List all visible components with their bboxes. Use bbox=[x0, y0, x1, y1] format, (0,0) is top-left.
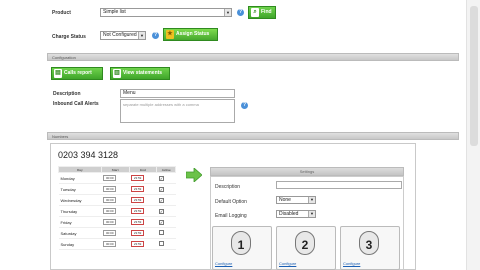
table-row: Sunday 00:00 23:59 bbox=[58, 238, 176, 250]
email-logging-select[interactable]: Disabled ▼ bbox=[276, 210, 316, 218]
day-cell: Tuesday bbox=[58, 183, 102, 195]
default-option-label: Default Option bbox=[215, 199, 247, 205]
settings-panel-header: Settings bbox=[210, 167, 404, 176]
calls-report-button[interactable]: ▤ Calls report bbox=[51, 67, 103, 80]
settings-description-label: Description bbox=[215, 184, 241, 190]
start-time-field[interactable]: 00:00 bbox=[103, 208, 117, 214]
end-time-field[interactable]: 23:59 bbox=[131, 197, 145, 203]
option-number-badge: 2 bbox=[295, 231, 315, 255]
page: Product Simple list ▼ ? ⌕ Find Charge St… bbox=[0, 0, 480, 270]
default-option-select[interactable]: None ▼ bbox=[276, 196, 316, 204]
option-card-1: 1 Configure bbox=[212, 226, 272, 270]
active-checkbox[interactable] bbox=[158, 230, 164, 235]
day-cell: Wednesday bbox=[58, 194, 102, 206]
settings-description-input[interactable] bbox=[276, 181, 402, 189]
table-row: Wednesday 00:00 23:59 ✓ bbox=[58, 194, 176, 206]
day-cell: Friday bbox=[58, 216, 102, 228]
active-checkbox[interactable]: ✓ bbox=[158, 219, 164, 225]
default-option-value: None bbox=[279, 197, 291, 203]
option-number-badge: 3 bbox=[359, 231, 379, 255]
configure-link[interactable]: Configure bbox=[215, 261, 232, 266]
chevron-down-icon: ▼ bbox=[224, 9, 231, 16]
table-row: Thursday 00:00 23:59 ✓ bbox=[58, 205, 176, 217]
configure-link[interactable]: Configure bbox=[279, 261, 296, 266]
help-icon[interactable]: ? bbox=[237, 9, 244, 16]
option-card-2: 2 Configure bbox=[276, 226, 336, 270]
table-row: Tuesday 00:00 23:59 ✓ bbox=[58, 183, 176, 195]
assign-status-label: Assign Status bbox=[176, 31, 210, 37]
chevron-down-icon: ▼ bbox=[308, 211, 315, 217]
inbound-call-alerts-textarea[interactable]: separate multiple addresses with a comma bbox=[120, 99, 235, 123]
configuration-section-header: Configuration bbox=[47, 53, 459, 61]
start-time-field[interactable]: 00:00 bbox=[103, 197, 117, 203]
view-statements-button[interactable]: ▥ View statements bbox=[110, 67, 170, 80]
section-title: Numbers bbox=[52, 134, 69, 139]
view-statements-label: View statements bbox=[123, 70, 163, 76]
start-time-field[interactable]: 00:00 bbox=[103, 241, 117, 247]
start-time-field[interactable]: 00:00 bbox=[103, 230, 117, 236]
calls-report-label: Calls report bbox=[64, 70, 92, 76]
start-time-field[interactable]: 00:00 bbox=[103, 186, 117, 192]
arrow-right-icon bbox=[186, 168, 202, 182]
start-time-field[interactable]: 00:00 bbox=[103, 175, 117, 181]
scrollbar-thumb[interactable] bbox=[470, 6, 478, 146]
email-logging-value: Disabled bbox=[279, 211, 299, 217]
help-icon[interactable]: ? bbox=[241, 102, 248, 109]
table-row: Friday 00:00 23:59 ✓ bbox=[58, 216, 176, 228]
email-logging-label: Email Logging bbox=[215, 213, 247, 219]
section-title: Configuration bbox=[52, 55, 76, 60]
active-checkbox[interactable]: ✓ bbox=[158, 175, 164, 181]
day-cell: Sunday bbox=[58, 238, 102, 250]
option-card-3: 3 Configure bbox=[340, 226, 400, 270]
configure-link[interactable]: Configure bbox=[343, 261, 360, 266]
report-icon: ▤ bbox=[54, 69, 62, 78]
chevron-down-icon: ▼ bbox=[308, 197, 315, 203]
product-label: Product bbox=[52, 10, 71, 16]
numbers-section-header: Numbers bbox=[47, 132, 459, 140]
inbound-call-alerts-label: Inbound Call Alerts bbox=[53, 101, 99, 107]
search-icon: ⌕ bbox=[251, 8, 259, 17]
active-checkbox[interactable]: ✓ bbox=[158, 208, 164, 214]
end-time-field[interactable]: 23:59 bbox=[131, 230, 145, 236]
day-cell: Saturday bbox=[58, 227, 102, 239]
vertical-scrollbar[interactable] bbox=[466, 0, 480, 270]
active-checkbox[interactable]: ✓ bbox=[158, 186, 164, 192]
end-time-field[interactable]: 23:59 bbox=[131, 208, 145, 214]
active-checkbox[interactable] bbox=[158, 241, 164, 246]
table-row: Saturday 00:00 23:59 bbox=[58, 227, 176, 239]
help-icon[interactable]: ? bbox=[152, 32, 159, 39]
end-time-field[interactable]: 23:59 bbox=[131, 241, 145, 247]
start-time-field[interactable]: 00:00 bbox=[103, 219, 117, 225]
end-time-field[interactable]: 23:59 bbox=[131, 219, 145, 225]
end-time-field[interactable]: 23:59 bbox=[131, 186, 145, 192]
table-row: Monday 00:00 23:59 ✓ bbox=[58, 172, 176, 184]
description-label: Description bbox=[53, 91, 81, 97]
option-number-badge: 1 bbox=[231, 231, 251, 255]
tag-icon: ★ bbox=[166, 30, 174, 39]
end-time-field[interactable]: 23:59 bbox=[131, 175, 145, 181]
chevron-down-icon: ▼ bbox=[138, 32, 145, 39]
charge-status-label: Charge Status bbox=[52, 34, 86, 40]
document-icon: ▥ bbox=[113, 69, 121, 78]
assign-status-button[interactable]: ★ Assign Status bbox=[163, 28, 218, 41]
schedule-table: Day Start End Active Monday 00:00 23:59 … bbox=[58, 166, 176, 250]
active-checkbox[interactable]: ✓ bbox=[158, 197, 164, 203]
phone-number: 0203 394 3128 bbox=[58, 150, 119, 160]
day-cell: Monday bbox=[58, 172, 102, 184]
charge-status-value: Not Configured bbox=[103, 32, 137, 38]
product-select[interactable]: Simple list ▼ bbox=[100, 8, 232, 17]
charge-status-select[interactable]: Not Configured ▼ bbox=[100, 31, 146, 40]
day-cell: Thursday bbox=[58, 205, 102, 217]
product-select-value: Simple list bbox=[103, 9, 126, 15]
description-input[interactable]: Menu bbox=[120, 89, 235, 98]
find-button[interactable]: ⌕ Find bbox=[248, 6, 276, 19]
find-button-label: Find bbox=[261, 9, 272, 15]
